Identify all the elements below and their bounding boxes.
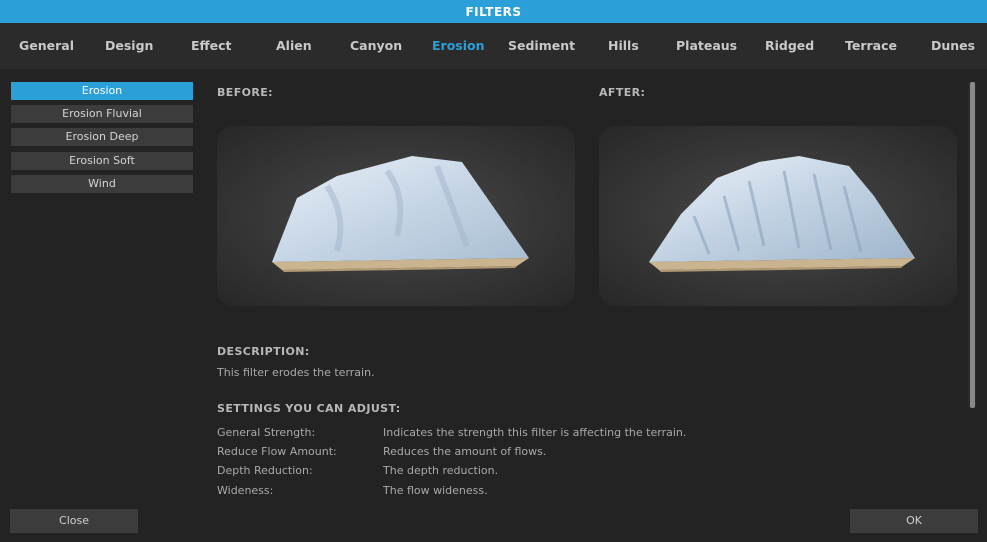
filter-item-erosion-deep[interactable]: Erosion Deep <box>11 128 193 146</box>
tab-sediment[interactable]: Sediment <box>508 23 575 69</box>
setting-description: Reduces the amount of flows. <box>383 445 547 458</box>
setting-description: The flow wideness. <box>383 484 488 497</box>
setting-name: Wideness: <box>217 484 274 497</box>
close-button[interactable]: Close <box>10 509 138 533</box>
tab-canyon[interactable]: Canyon <box>350 23 402 69</box>
description-heading: DESCRIPTION: <box>217 345 310 358</box>
tab-terrace[interactable]: Terrace <box>845 23 897 69</box>
after-label: AFTER: <box>599 86 646 99</box>
setting-description: Indicates the strength this filter is af… <box>383 426 687 439</box>
filter-category-tabs: General Design Effect Alien Canyon Erosi… <box>0 23 987 69</box>
setting-name: General Strength: <box>217 426 316 439</box>
tab-hills[interactable]: Hills <box>608 23 639 69</box>
description-text: This filter erodes the terrain. <box>217 366 375 379</box>
window-title: FILTERS <box>0 0 987 23</box>
tab-alien[interactable]: Alien <box>276 23 312 69</box>
setting-description: The depth reduction. <box>383 464 499 477</box>
settings-heading: SETTINGS YOU CAN ADJUST: <box>217 402 401 415</box>
filter-item-erosion-fluvial[interactable]: Erosion Fluvial <box>11 105 193 123</box>
tab-dunes[interactable]: Dunes <box>931 23 975 69</box>
tab-ridged[interactable]: Ridged <box>765 23 814 69</box>
tab-design[interactable]: Design <box>105 23 153 69</box>
scrollbar-thumb[interactable] <box>970 82 975 408</box>
tab-erosion[interactable]: Erosion <box>432 23 485 69</box>
tab-effect[interactable]: Effect <box>191 23 232 69</box>
filter-item-wind[interactable]: Wind <box>11 175 193 193</box>
before-preview-image <box>217 126 575 306</box>
setting-name: Depth Reduction: <box>217 464 313 477</box>
tab-plateaus[interactable]: Plateaus <box>676 23 737 69</box>
filter-item-erosion[interactable]: Erosion <box>11 82 193 100</box>
setting-name: Reduce Flow Amount: <box>217 445 337 458</box>
before-label: BEFORE: <box>217 86 273 99</box>
ok-button[interactable]: OK <box>850 509 978 533</box>
filter-item-erosion-soft[interactable]: Erosion Soft <box>11 152 193 170</box>
after-preview-image <box>599 126 957 306</box>
tab-general[interactable]: General <box>19 23 74 69</box>
